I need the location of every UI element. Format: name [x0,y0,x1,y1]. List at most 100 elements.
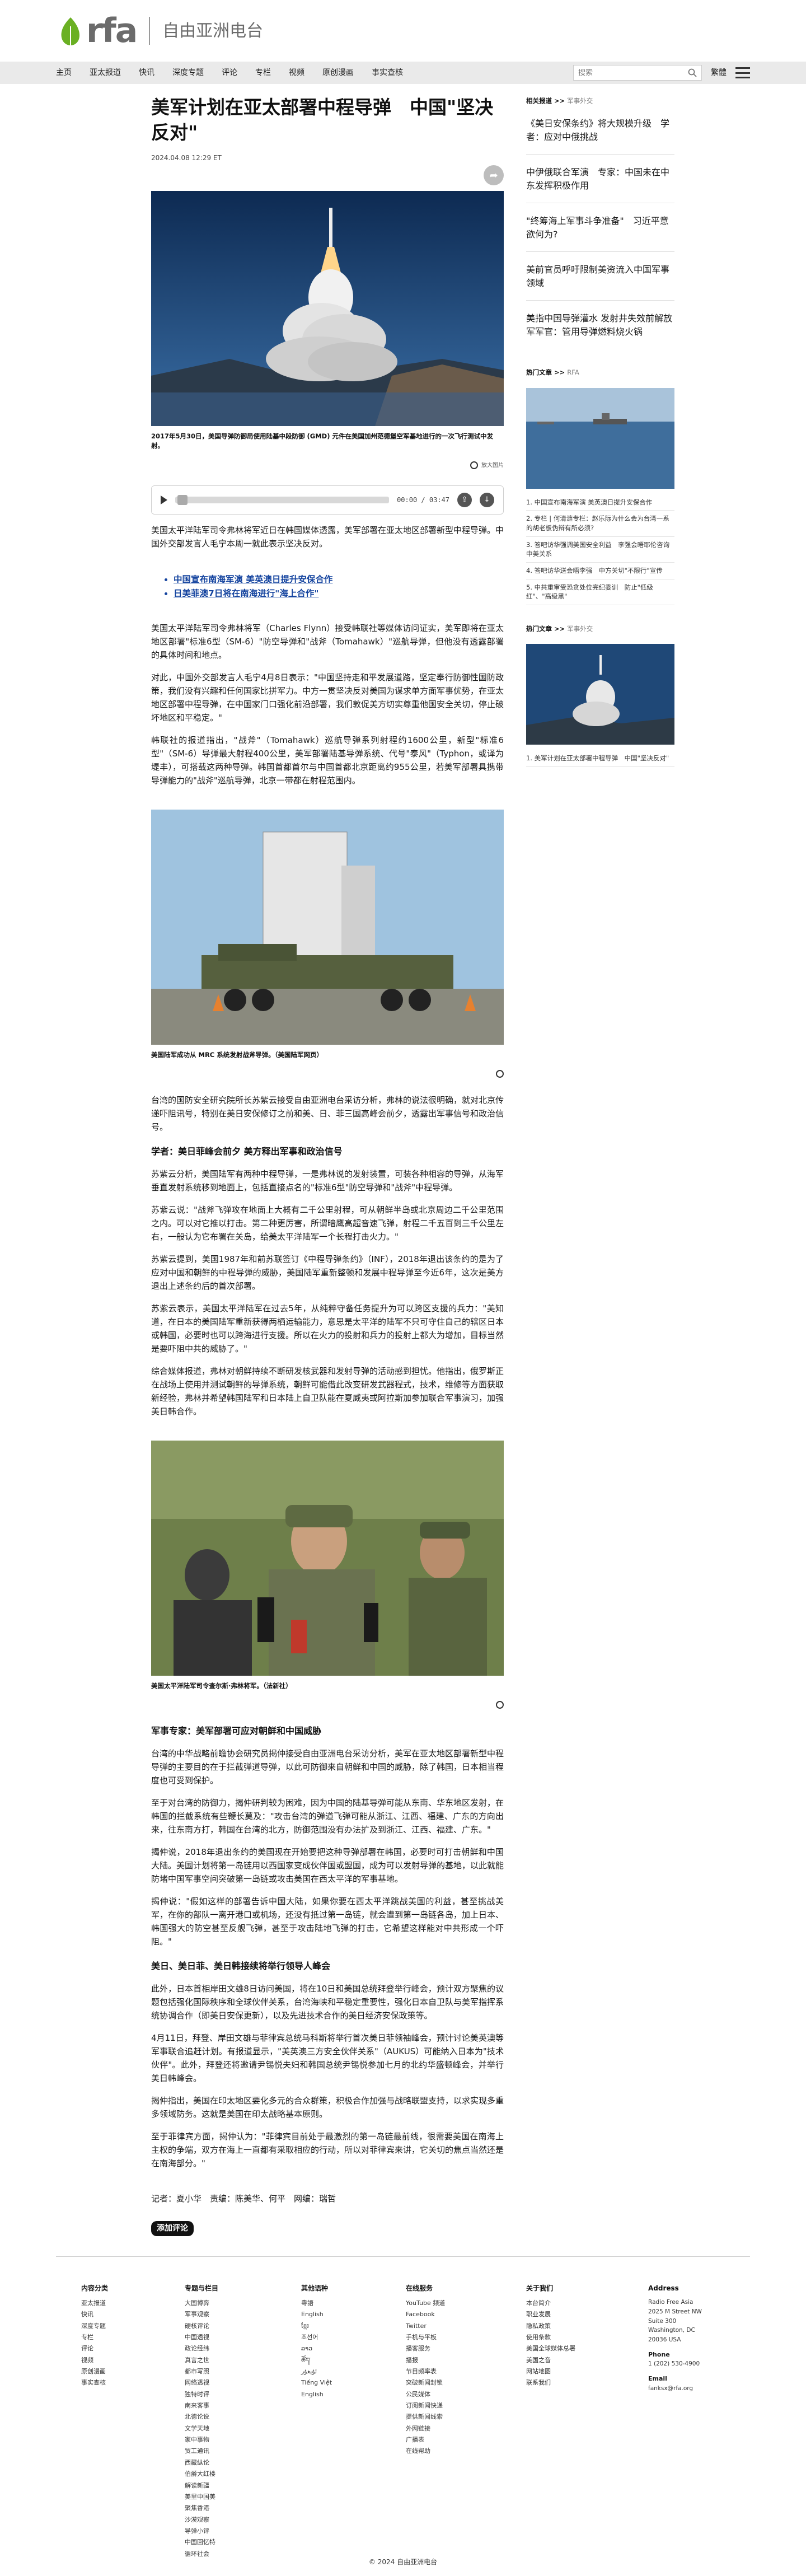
footer-link[interactable]: 硬核评论 [185,2321,218,2332]
footer-link[interactable]: 播报 [406,2355,445,2366]
footer-link[interactable]: 职业发展 [526,2309,575,2320]
audio-progress-handle[interactable] [177,494,188,505]
footer-link[interactable]: 中国透视 [185,2332,218,2343]
nav-item-fact-check[interactable]: 事实查核 [372,67,403,79]
hot-article-item[interactable]: 3. 答吧访华强调美国安全利益 李强会晤耶伦咨询中美关系 [526,537,674,563]
rfa-logo[interactable]: rfa 自由亚洲电台 [58,14,263,48]
footer-link[interactable]: 粵語 [301,2298,332,2309]
footer-link[interactable]: 联系我们 [526,2377,575,2388]
footer-link[interactable]: 伯爵大红楼 [185,2469,218,2480]
footer-link[interactable]: 政论经纬 [185,2343,218,2354]
zoom-icon[interactable] [496,1069,504,1078]
phone-number[interactable]: 1 (202) 530-4900 [648,2359,702,2369]
nav-item-asia-pacific[interactable]: 亚太报道 [90,67,121,79]
footer-link[interactable]: English [301,2309,332,2320]
footer-link[interactable]: 导弹小评 [185,2526,218,2537]
footer-link[interactable]: 隐私政策 [526,2321,575,2332]
nav-item-video[interactable]: 视频 [289,67,304,79]
sidebar-related-item[interactable]: 《美日安保条约》将大规模升级 学者：应对中俄挑战 [526,106,674,155]
photo3-zoom[interactable] [151,1701,504,1709]
nav-item-columns[interactable]: 专栏 [255,67,271,79]
footer-link[interactable]: 突破新闻封锁 [406,2377,445,2388]
footer-link[interactable]: 快讯 [81,2309,108,2320]
footer-link[interactable]: 大国博弈 [185,2298,218,2309]
footer-link[interactable]: 조선어 [301,2332,332,2343]
footer-link[interactable]: 节目频率表 [406,2366,445,2377]
email-address[interactable]: fanksx@rfa.org [648,2384,702,2393]
footer-link[interactable]: 提供新闻线索 [406,2411,445,2423]
footer-link[interactable]: 手机与平板 [406,2332,445,2343]
footer-link[interactable]: 美里中国美 [185,2491,218,2503]
nav-item-home[interactable]: 主页 [56,67,72,79]
sidebar-related-item[interactable]: "终筹海上军事斗争准备" 习近平意欲何为? [526,203,674,253]
share-audio-icon[interactable]: ⇪ [457,492,472,507]
hot-article-image-ships[interactable] [526,387,674,489]
footer-link[interactable]: 真言之世 [185,2355,218,2366]
footer-link[interactable]: 南来客事 [185,2400,218,2411]
photo1-zoom[interactable]: 放大图片 [151,461,504,470]
footer-link[interactable]: ລາວ [301,2343,332,2354]
hot-article-item[interactable]: 5. 中共重审受恐贪处位完纪委训 防止"低级红"、"高级黑" [526,579,674,605]
hot-article-item[interactable]: 1. 美军计划在亚太部署中程导弹 中国"坚决反对" [526,750,674,767]
footer-link[interactable]: 公民媒体 [406,2389,445,2400]
footer-link[interactable]: 聚焦香港 [185,2503,218,2514]
footer-link[interactable]: 专栏 [81,2332,108,2343]
footer-link[interactable]: 在线帮助 [406,2446,445,2457]
share-icon[interactable]: ➦ [484,165,504,185]
footer-link[interactable]: 深度专题 [81,2321,108,2332]
footer-link[interactable]: 网络透视 [185,2377,218,2388]
sidebar-related-item[interactable]: 美指中国导弹灌水 发射井失效前解放军军官：管用导弹燃料烧火锅 [526,301,674,349]
search-icon[interactable] [688,68,697,77]
footer-link[interactable]: 贸工通讯 [185,2446,218,2457]
footer-link[interactable]: 播客服务 [406,2343,445,2354]
footer-link[interactable]: Tiếng Việt [301,2377,332,2388]
footer-link[interactable]: 订阅新闻快递 [406,2400,445,2411]
footer-link[interactable]: 亚太报道 [81,2298,108,2309]
footer-link[interactable]: 文学天地 [185,2423,218,2434]
footer-link[interactable]: 美国之音 [526,2355,575,2366]
footer-link[interactable]: ཚོད། [301,2355,332,2366]
footer-link[interactable]: 美国全球媒体总署 [526,2343,575,2354]
footer-link[interactable]: 广播表 [406,2434,445,2446]
footer-link[interactable]: 使用条款 [526,2332,575,2343]
search-input[interactable] [578,68,688,77]
download-icon[interactable]: ↓ [480,492,494,507]
sidebar-related-item[interactable]: 中伊俄联合军演 专家：中国未在中东发挥积极作用 [526,155,674,204]
footer-link[interactable]: 原创漫画 [81,2366,108,2377]
footer-link[interactable]: Twitter [406,2321,445,2332]
footer-link[interactable]: 本台简介 [526,2298,575,2309]
nav-item-in-depth[interactable]: 深度专题 [172,67,204,79]
footer-link[interactable]: 西藏纵论 [185,2457,218,2469]
footer-link[interactable]: 北德论说 [185,2411,218,2423]
footer-link[interactable]: 中国回忆特 [185,2537,218,2548]
footer-link[interactable]: 都市写照 [185,2366,218,2377]
photo2-zoom[interactable] [151,1069,504,1078]
footer-link[interactable]: ខ្មែរ [301,2321,332,2332]
zoom-icon[interactable] [470,461,478,470]
zoom-icon[interactable] [496,1701,504,1709]
footer-link[interactable]: 网站地图 [526,2366,575,2377]
footer-link[interactable]: 视频 [81,2355,108,2366]
footer-link[interactable]: English [301,2389,332,2400]
footer-link[interactable]: 解读新疆 [185,2480,218,2491]
language-switch[interactable]: 繁體 [711,67,727,79]
footer-link[interactable]: 沙漠观察 [185,2514,218,2526]
play-icon[interactable] [161,495,167,504]
nav-item-commentary[interactable]: 评论 [222,67,237,79]
footer-link[interactable]: 家中事物 [185,2434,218,2446]
audio-progress-bar[interactable] [175,494,390,505]
footer-link[interactable]: 独特时评 [185,2389,218,2400]
hot-article-item[interactable]: 2. 专栏 | 何清涟专栏：赵乐际为什么会为台湾一系的胡老板伪辩有所必须? [526,511,674,537]
nav-item-cartoons[interactable]: 原创漫画 [322,67,354,79]
footer-link[interactable]: 外网链接 [406,2423,445,2434]
hot-article-item[interactable]: 1. 中国宣布南海军演 美英澳日提升安保合作 [526,494,674,511]
footer-link[interactable]: ئۇيغۇر [301,2366,332,2377]
footer-link[interactable]: 事实查核 [81,2377,108,2388]
footer-link[interactable]: 军事观察 [185,2309,218,2320]
hot-article-image-missile[interactable] [526,644,674,745]
add-comment-button[interactable]: 添加评论 [151,2220,194,2236]
related-link[interactable]: 日美菲澳7日将在南海进行"海上合作" [174,587,504,601]
nav-item-news-flash[interactable]: 快讯 [139,67,154,79]
hamburger-menu-icon[interactable] [735,67,750,78]
sidebar-related-item[interactable]: 美前官员呼吁限制美资流入中国军事领域 [526,252,674,301]
